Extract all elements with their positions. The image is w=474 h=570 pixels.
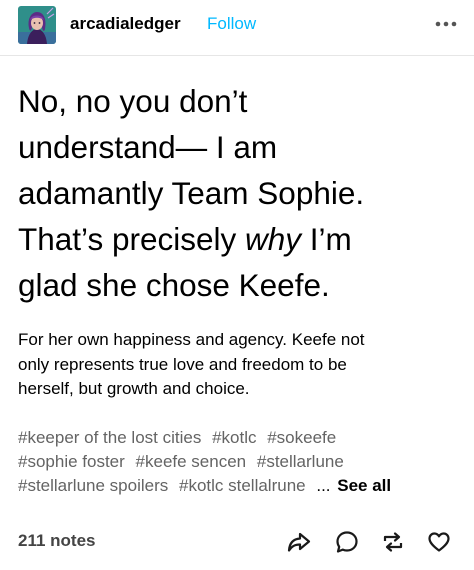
tag-row: #keeper of the lost cities #kotlc #sokee… — [18, 426, 468, 450]
share-icon[interactable] — [286, 529, 312, 555]
heading-emphasis: why — [245, 221, 302, 257]
heading-line: adamantly Team Sophie. — [18, 175, 365, 211]
body-line: For her own happiness and agency. Keefe … — [18, 330, 365, 349]
post-header: arcadialedger Follow — [0, 0, 474, 56]
tag-link[interactable]: #stellarlune spoilers — [18, 476, 168, 495]
heading-line: glad she chose Keefe. — [18, 267, 330, 303]
tag-link[interactable]: #sophie foster — [18, 452, 125, 471]
tag-link[interactable]: #keeper of the lost cities — [18, 428, 201, 447]
body-line: only represents true love and freedom to… — [18, 354, 347, 374]
see-all-tags-button[interactable]: See all — [337, 476, 391, 495]
heading-line: understand— I am — [18, 129, 278, 165]
post-tags: #keeper of the lost cities #kotlc #sokee… — [18, 426, 468, 498]
heading-line: No, no you don’t — [18, 83, 248, 119]
post-body: For her own happiness and agency. Keefe … — [18, 328, 458, 402]
reply-icon[interactable] — [334, 529, 360, 555]
tag-link[interactable]: #keefe sencen — [136, 452, 247, 471]
tag-link[interactable]: #stellarlune — [257, 452, 344, 471]
notes-count[interactable]: 211 notes — [18, 529, 96, 553]
tag-row: #sophie foster #keefe sencen #stellarlun… — [18, 450, 468, 474]
reblog-icon[interactable] — [380, 529, 406, 555]
heading-line: That’s precisely why I’m — [18, 221, 352, 257]
more-options-icon[interactable] — [434, 14, 458, 34]
tag-link[interactable]: #sokeefe — [267, 428, 336, 447]
heart-icon[interactable] — [426, 529, 452, 555]
post-username[interactable]: arcadialedger — [70, 13, 181, 35]
tag-link[interactable]: #kotlc — [212, 428, 256, 447]
tag-row: #stellarlune spoilers #kotlc stellalrune… — [18, 474, 468, 498]
tags-ellipsis: ... — [316, 476, 331, 495]
avatar-icon[interactable] — [18, 6, 56, 44]
body-line: herself, but growth and choice. — [18, 379, 250, 398]
post-heading: No, no you don’t understand— I am adaman… — [18, 78, 458, 308]
tag-link[interactable]: #kotlc stellalrune — [179, 476, 306, 495]
follow-button[interactable]: Follow — [207, 13, 256, 35]
